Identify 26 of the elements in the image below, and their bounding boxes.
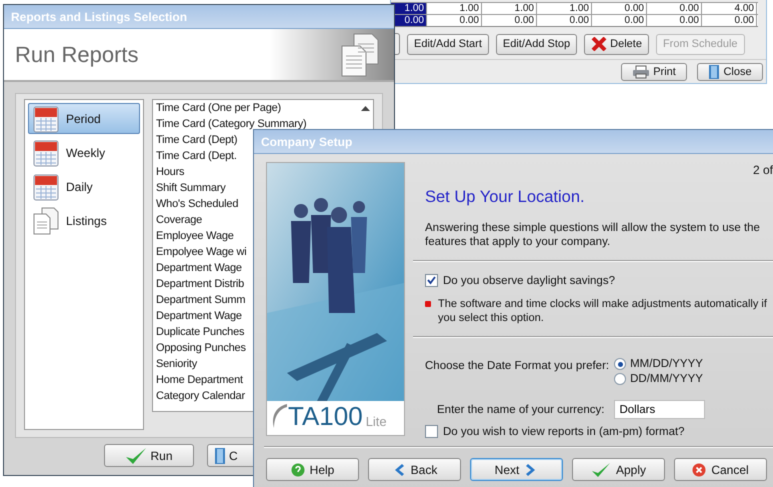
table-cell: 0.00	[647, 15, 702, 26]
window-title: Company Setup	[261, 134, 352, 148]
table-cell: 0.00	[482, 15, 537, 26]
field-label: Choose the Date Format you prefer:	[425, 360, 610, 374]
checkbox-label: Do you wish to view reports in (am-pm) format?	[443, 426, 685, 438]
table-cell: 0.00	[592, 15, 647, 26]
table-cell: 1.00	[391, 3, 427, 14]
table-cell: 1.00	[427, 3, 482, 14]
field-label: Enter the name of your currency:	[437, 404, 604, 416]
table-cell: 0.00	[427, 15, 482, 26]
page-heading: Set Up Your Location.	[425, 188, 586, 207]
table-cell: 0.00	[537, 15, 592, 26]
intro-text: Answering these simple questions will allow the system to use the features that apply to your company.	[425, 221, 761, 249]
header-title: Run Reports	[15, 42, 139, 68]
table-cell: 4.00	[702, 3, 757, 14]
step-counter: 2 of	[752, 163, 773, 177]
window-title: Reports and Listings Selection	[11, 10, 188, 24]
table-cell: 0.00	[702, 15, 757, 26]
table-cell: 0.00	[592, 3, 647, 14]
logo-text: Lite	[366, 414, 387, 429]
logo-text: TA100	[288, 403, 363, 429]
checkbox-label: Do you observe daylight savings?	[443, 274, 615, 286]
table-cell: 0.00	[647, 3, 702, 14]
table-cell: 1.00	[482, 3, 537, 14]
note-text: The software and time clocks will make adjustments automatically if you select this option.	[438, 297, 768, 325]
table-cell: 1.00	[537, 3, 592, 14]
